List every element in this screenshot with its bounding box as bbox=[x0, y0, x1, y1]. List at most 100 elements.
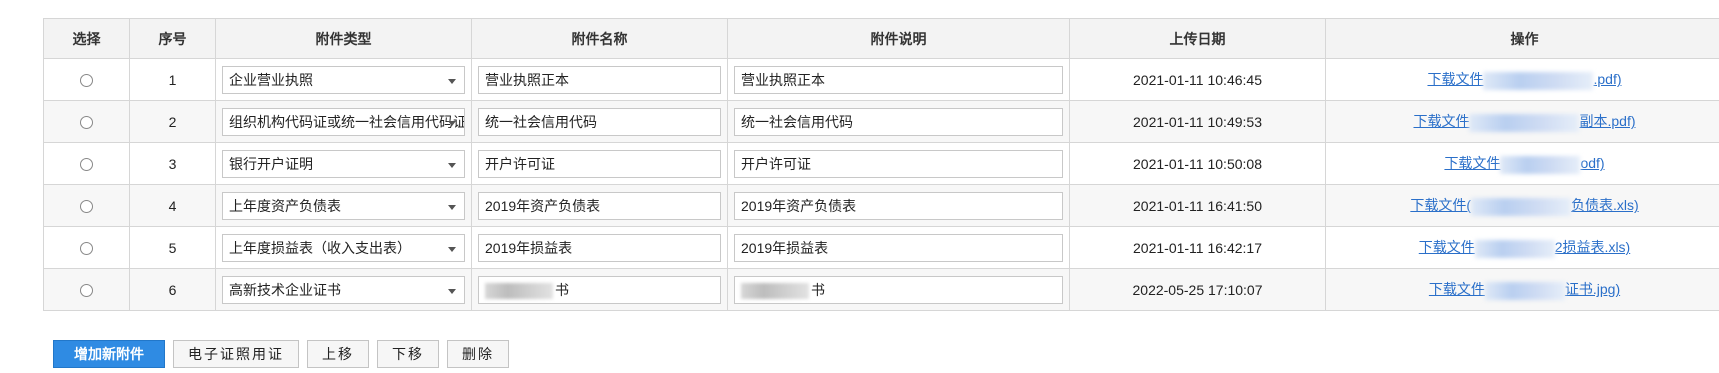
attachment-desc-input[interactable]: 营业执照正本 bbox=[734, 65, 1063, 94]
attachment-desc-input[interactable]: 书 bbox=[734, 275, 1063, 304]
redacted-filename bbox=[1469, 113, 1580, 132]
table-row: 5 上年度损益表（收入支出表） 2019年损益表 2019年损益表 2021-0… bbox=[43, 226, 1719, 269]
delete-button[interactable]: 删除 bbox=[447, 340, 509, 368]
download-link-prefix: 下载文件 bbox=[1444, 155, 1501, 172]
header-attachment-desc: 附件说明 bbox=[727, 18, 1070, 59]
download-link-suffix: 副本.pdf) bbox=[1579, 113, 1636, 130]
index-cell: 4 bbox=[129, 184, 216, 227]
select-cell bbox=[43, 226, 130, 269]
attachment-type-select[interactable]: 组织机构代码证或统一社会信用代码证 bbox=[222, 107, 465, 136]
attachment-type-select[interactable]: 企业营业执照 bbox=[222, 65, 465, 94]
row-select-radio[interactable] bbox=[80, 242, 93, 256]
desc-cell: 书 bbox=[727, 268, 1070, 311]
download-link-suffix: 证书.jpg) bbox=[1564, 281, 1621, 298]
select-cell bbox=[43, 268, 130, 311]
move-up-button[interactable]: 上移 bbox=[307, 340, 369, 368]
table-row: 3 银行开户证明 开户许可证 开户许可证 2021-01-11 10:50:08… bbox=[43, 142, 1719, 185]
row-select-radio[interactable] bbox=[80, 200, 93, 214]
select-cell bbox=[43, 184, 130, 227]
chevron-down-icon bbox=[448, 120, 456, 126]
redacted-filename bbox=[1483, 71, 1594, 90]
add-attachment-button[interactable]: 增加新附件 bbox=[53, 340, 165, 368]
type-cell: 企业营业执照 bbox=[215, 58, 472, 101]
attachment-type-select[interactable]: 上年度损益表（收入支出表） bbox=[222, 233, 465, 262]
chevron-down-icon bbox=[448, 288, 456, 294]
type-cell: 上年度资产负债表 bbox=[215, 184, 472, 227]
download-link[interactable]: 下载文件 odf) bbox=[1444, 155, 1605, 174]
redacted-filename bbox=[1500, 155, 1581, 174]
attachment-name-input[interactable]: 2019年损益表 bbox=[478, 233, 721, 262]
desc-cell: 2019年损益表 bbox=[727, 226, 1070, 269]
redacted-filename bbox=[1484, 281, 1565, 300]
attachment-name-suffix: 书 bbox=[555, 281, 569, 298]
redacted-filename bbox=[1471, 197, 1571, 216]
attachment-name-input[interactable]: 2019年资产负债表 bbox=[478, 191, 721, 220]
table-header-row: 选择 序号 附件类型 附件名称 附件说明 上传日期 操作 bbox=[43, 18, 1719, 59]
download-link-prefix: 下载文件 bbox=[1413, 113, 1470, 130]
row-select-radio[interactable] bbox=[80, 74, 93, 88]
redacted-filename bbox=[1474, 239, 1555, 258]
download-link-suffix: .pdf) bbox=[1593, 71, 1622, 88]
attachment-name-input[interactable]: 开户许可证 bbox=[478, 149, 721, 178]
download-link[interactable]: 下载文件 .pdf) bbox=[1427, 71, 1622, 90]
download-link[interactable]: 下载文件(负债表.xls) bbox=[1410, 197, 1639, 216]
name-cell: 统一社会信用代码 bbox=[471, 100, 728, 143]
name-cell: 营业执照正本 bbox=[471, 58, 728, 101]
index-cell: 5 bbox=[129, 226, 216, 269]
download-link-suffix: 2损益表.xls) bbox=[1554, 239, 1631, 256]
date-cell: 2021-01-11 16:42:17 bbox=[1069, 226, 1326, 269]
attachment-desc-input[interactable]: 2019年资产负债表 bbox=[734, 191, 1063, 220]
row-select-radio[interactable] bbox=[80, 116, 93, 130]
attachment-type-value: 组织机构代码证或统一社会信用代码证 bbox=[229, 113, 465, 130]
name-cell: 书 bbox=[471, 268, 728, 311]
move-down-button[interactable]: 下移 bbox=[377, 340, 439, 368]
table-row: 6 高新技术企业证书 书 书 2022-05-25 17:10:07 下载文件 证… bbox=[43, 268, 1719, 311]
attachment-name-input[interactable]: 统一社会信用代码 bbox=[478, 107, 721, 136]
attachment-type-value: 银行开户证明 bbox=[229, 155, 313, 172]
chevron-down-icon bbox=[448, 246, 456, 252]
attachment-type-select[interactable]: 上年度资产负债表 bbox=[222, 191, 465, 220]
header-select: 选择 bbox=[43, 18, 130, 59]
attachment-desc-input[interactable]: 开户许可证 bbox=[734, 149, 1063, 178]
desc-cell: 统一社会信用代码 bbox=[727, 100, 1070, 143]
actions-cell: 下载文件 odf) bbox=[1325, 142, 1719, 185]
table-row: 2 组织机构代码证或统一社会信用代码证 统一社会信用代码 统一社会信用代码 20… bbox=[43, 100, 1719, 143]
name-cell: 开户许可证 bbox=[471, 142, 728, 185]
attachment-panel: 选择 序号 附件类型 附件名称 附件说明 上传日期 操作 1 企业营业执照 营业… bbox=[0, 0, 1719, 373]
attachment-type-select[interactable]: 高新技术企业证书 bbox=[222, 275, 465, 304]
type-cell: 银行开户证明 bbox=[215, 142, 472, 185]
type-cell: 上年度损益表（收入支出表） bbox=[215, 226, 472, 269]
attachment-desc-input[interactable]: 统一社会信用代码 bbox=[734, 107, 1063, 136]
row-select-radio[interactable] bbox=[80, 158, 93, 172]
row-select-radio[interactable] bbox=[80, 284, 93, 298]
download-link-prefix: 下载文件 bbox=[1427, 71, 1484, 88]
download-link-prefix: 下载文件( bbox=[1410, 197, 1471, 214]
download-link[interactable]: 下载文件 证书.jpg) bbox=[1428, 281, 1621, 300]
desc-cell: 开户许可证 bbox=[727, 142, 1070, 185]
type-cell: 组织机构代码证或统一社会信用代码证 bbox=[215, 100, 472, 143]
chevron-down-icon bbox=[448, 204, 456, 210]
attachment-desc-input[interactable]: 2019年损益表 bbox=[734, 233, 1063, 262]
header-index: 序号 bbox=[129, 18, 216, 59]
download-link[interactable]: 下载文件 副本.pdf) bbox=[1413, 113, 1636, 132]
date-cell: 2021-01-11 10:46:45 bbox=[1069, 58, 1326, 101]
attachment-desc-suffix: 书 bbox=[811, 281, 825, 298]
table-row: 1 企业营业执照 营业执照正本 营业执照正本 2021-01-11 10:46:… bbox=[43, 58, 1719, 101]
select-cell bbox=[43, 100, 130, 143]
type-cell: 高新技术企业证书 bbox=[215, 268, 472, 311]
attachment-type-value: 企业营业执照 bbox=[229, 71, 313, 88]
table-row: 4 上年度资产负债表 2019年资产负债表 2019年资产负债表 2021-01… bbox=[43, 184, 1719, 227]
attachment-table: 选择 序号 附件类型 附件名称 附件说明 上传日期 操作 1 企业营业执照 营业… bbox=[43, 18, 1719, 311]
download-link[interactable]: 下载文件 2损益表.xls) bbox=[1419, 239, 1631, 258]
chevron-down-icon bbox=[448, 78, 456, 84]
attachment-name-input[interactable]: 营业执照正本 bbox=[478, 65, 721, 94]
attachment-name-input[interactable]: 书 bbox=[478, 275, 721, 304]
e-certificate-button[interactable]: 电子证照用证 bbox=[173, 340, 299, 368]
date-cell: 2022-05-25 17:10:07 bbox=[1069, 268, 1326, 311]
download-link-prefix: 下载文件 bbox=[1428, 281, 1485, 298]
date-cell: 2021-01-11 16:41:50 bbox=[1069, 184, 1326, 227]
attachment-type-select[interactable]: 银行开户证明 bbox=[222, 149, 465, 178]
attachment-type-value: 高新技术企业证书 bbox=[229, 281, 341, 298]
redacted-text bbox=[741, 282, 809, 299]
desc-cell: 营业执照正本 bbox=[727, 58, 1070, 101]
